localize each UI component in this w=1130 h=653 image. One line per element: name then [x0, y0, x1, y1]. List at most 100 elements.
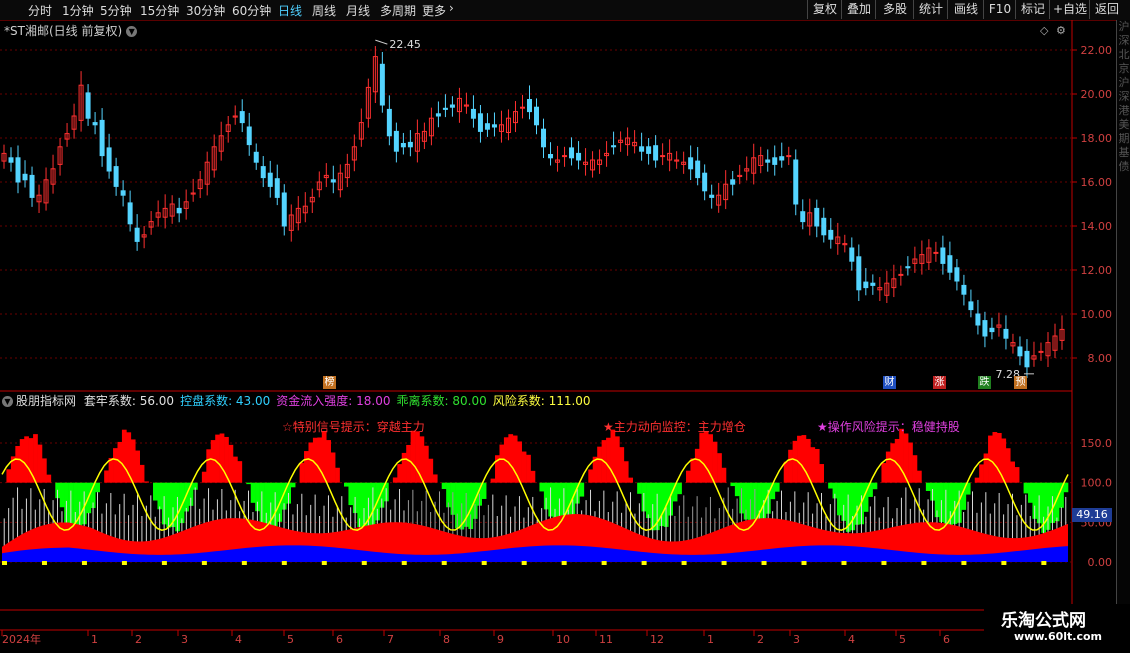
side-tab-8[interactable]: 期: [1117, 132, 1130, 146]
red-bar: [797, 435, 802, 483]
yellow-marker: [601, 561, 607, 565]
side-tab-1[interactable]: 深: [1117, 34, 1130, 48]
side-tab-0[interactable]: 沪: [1117, 20, 1130, 34]
red-bar: [521, 451, 527, 483]
tab-period-4[interactable]: 30分钟: [186, 2, 225, 19]
side-tab-5[interactable]: 深: [1117, 90, 1130, 104]
candle-body: [646, 146, 652, 154]
settings-icon[interactable]: ⚙: [1056, 24, 1066, 37]
side-tab-2[interactable]: 北: [1117, 48, 1130, 62]
toolbar-button-8[interactable]: 返回: [1089, 0, 1124, 19]
yellow-marker: [2, 561, 7, 565]
green-bar: [59, 482, 65, 508]
candle-body: [246, 126, 252, 146]
tab-period-1[interactable]: 1分钟: [62, 2, 94, 19]
chart-area[interactable]: 22.00 20.00 18.00 16.00 14.00 12.00 10.00 8.00 2…: [0, 20, 1116, 653]
candle-body: [477, 113, 483, 132]
tab-period-3[interactable]: 15分钟: [140, 2, 179, 19]
tab-period-9[interactable]: 多周期: [380, 2, 416, 19]
x-axis-label: 9: [497, 633, 504, 646]
red-bar: [974, 477, 980, 483]
candle-body: [253, 151, 259, 163]
right-side-panel[interactable]: 沪深北京沪深港美期基债: [1116, 20, 1130, 650]
event-badge[interactable]: 涨: [933, 376, 946, 389]
tab-period-0[interactable]: 分时: [28, 2, 52, 19]
candle-body: [99, 119, 105, 157]
toolbar-button-1[interactable]: 叠加: [841, 0, 876, 19]
candle-body: [814, 207, 820, 227]
x-axis-label: 4: [848, 633, 855, 646]
tab-period-5[interactable]: 60分钟: [232, 2, 271, 19]
candle-body: [898, 273, 904, 276]
yellow-marker: [121, 561, 127, 565]
candle-body: [526, 99, 532, 113]
red-bar: [490, 478, 496, 483]
side-tab-7[interactable]: 美: [1117, 118, 1130, 132]
tab-period-2[interactable]: 5分钟: [100, 2, 132, 19]
chevron-down-icon[interactable]: ▼: [2, 396, 13, 407]
side-tab-3[interactable]: 京: [1117, 62, 1130, 76]
candle-body: [730, 179, 736, 185]
toolbar-button-0[interactable]: 复权: [807, 0, 842, 19]
toolbar-button-3[interactable]: 统计: [913, 0, 948, 19]
yellow-marker: [401, 561, 407, 565]
candle-body: [106, 147, 112, 172]
candle-body: [849, 247, 855, 262]
x-axis-label: 7: [387, 633, 394, 646]
green-bar: [734, 482, 740, 497]
toolbar-button-7[interactable]: +自选: [1049, 0, 1090, 19]
red-bar: [210, 440, 216, 483]
event-badge[interactable]: 预: [1014, 376, 1027, 389]
red-bar: [1005, 448, 1011, 483]
stock-title: *ST湘邮(日线 前复权) ▼: [4, 22, 138, 39]
candle-body: [940, 247, 946, 264]
red-bar: [721, 467, 727, 483]
toolbar-button-6[interactable]: 标记: [1015, 0, 1050, 19]
red-bar: [113, 448, 118, 483]
candle-body: [519, 106, 525, 109]
high-price-label: 22.45: [389, 38, 421, 51]
diamond-icon[interactable]: ◇: [1040, 24, 1048, 37]
yellow-marker: [281, 561, 287, 565]
side-tab-9[interactable]: 基: [1117, 146, 1130, 160]
tab-period-10[interactable]: 更多: [422, 2, 446, 19]
x-axis-label: 3: [793, 633, 800, 646]
candle-body: [947, 255, 953, 273]
event-badge[interactable]: 榜: [323, 376, 336, 389]
red-bar: [201, 471, 207, 483]
candle-body: [989, 327, 995, 333]
more-chevron-icon[interactable]: ›: [449, 1, 454, 15]
watermark-title: 乐淘公式网: [1001, 611, 1086, 631]
red-bar: [606, 437, 611, 483]
candle-body: [442, 107, 448, 110]
side-tab-4[interactable]: 沪: [1117, 76, 1130, 90]
chevron-down-icon[interactable]: ▼: [126, 26, 138, 37]
x-axis-label: 2: [757, 633, 764, 646]
candle-body: [968, 301, 974, 311]
red-bar: [326, 440, 331, 483]
side-tab-6[interactable]: 港: [1117, 104, 1130, 118]
red-bar: [33, 434, 38, 483]
red-bar: [428, 458, 434, 483]
tab-period-6[interactable]: 日线: [278, 2, 302, 19]
event-badge[interactable]: 财: [883, 376, 896, 389]
red-bar: [801, 435, 807, 483]
side-tab-10[interactable]: 债: [1117, 160, 1130, 174]
red-bar: [694, 448, 700, 483]
yellow-marker: [881, 561, 887, 565]
candle-body: [134, 227, 140, 242]
chart-svg[interactable]: 22.0020.0018.0016.0014.0012.0010.008.002…: [0, 20, 1116, 650]
red-bar: [908, 442, 913, 483]
toolbar-button-4[interactable]: 画线: [947, 0, 984, 19]
tab-period-8[interactable]: 月线: [346, 2, 370, 19]
tab-period-7[interactable]: 周线: [312, 2, 336, 19]
red-bar: [215, 434, 220, 483]
yellow-marker: [961, 561, 967, 565]
indicator-name[interactable]: 股朋指标网: [16, 394, 76, 408]
toolbar-button-2[interactable]: 多股: [875, 0, 914, 19]
event-badge[interactable]: 跌: [978, 376, 991, 389]
candle-body: [470, 108, 476, 119]
red-bar: [992, 432, 998, 483]
toolbar-button-5[interactable]: F10: [983, 0, 1016, 19]
green-bar: [1063, 482, 1069, 493]
